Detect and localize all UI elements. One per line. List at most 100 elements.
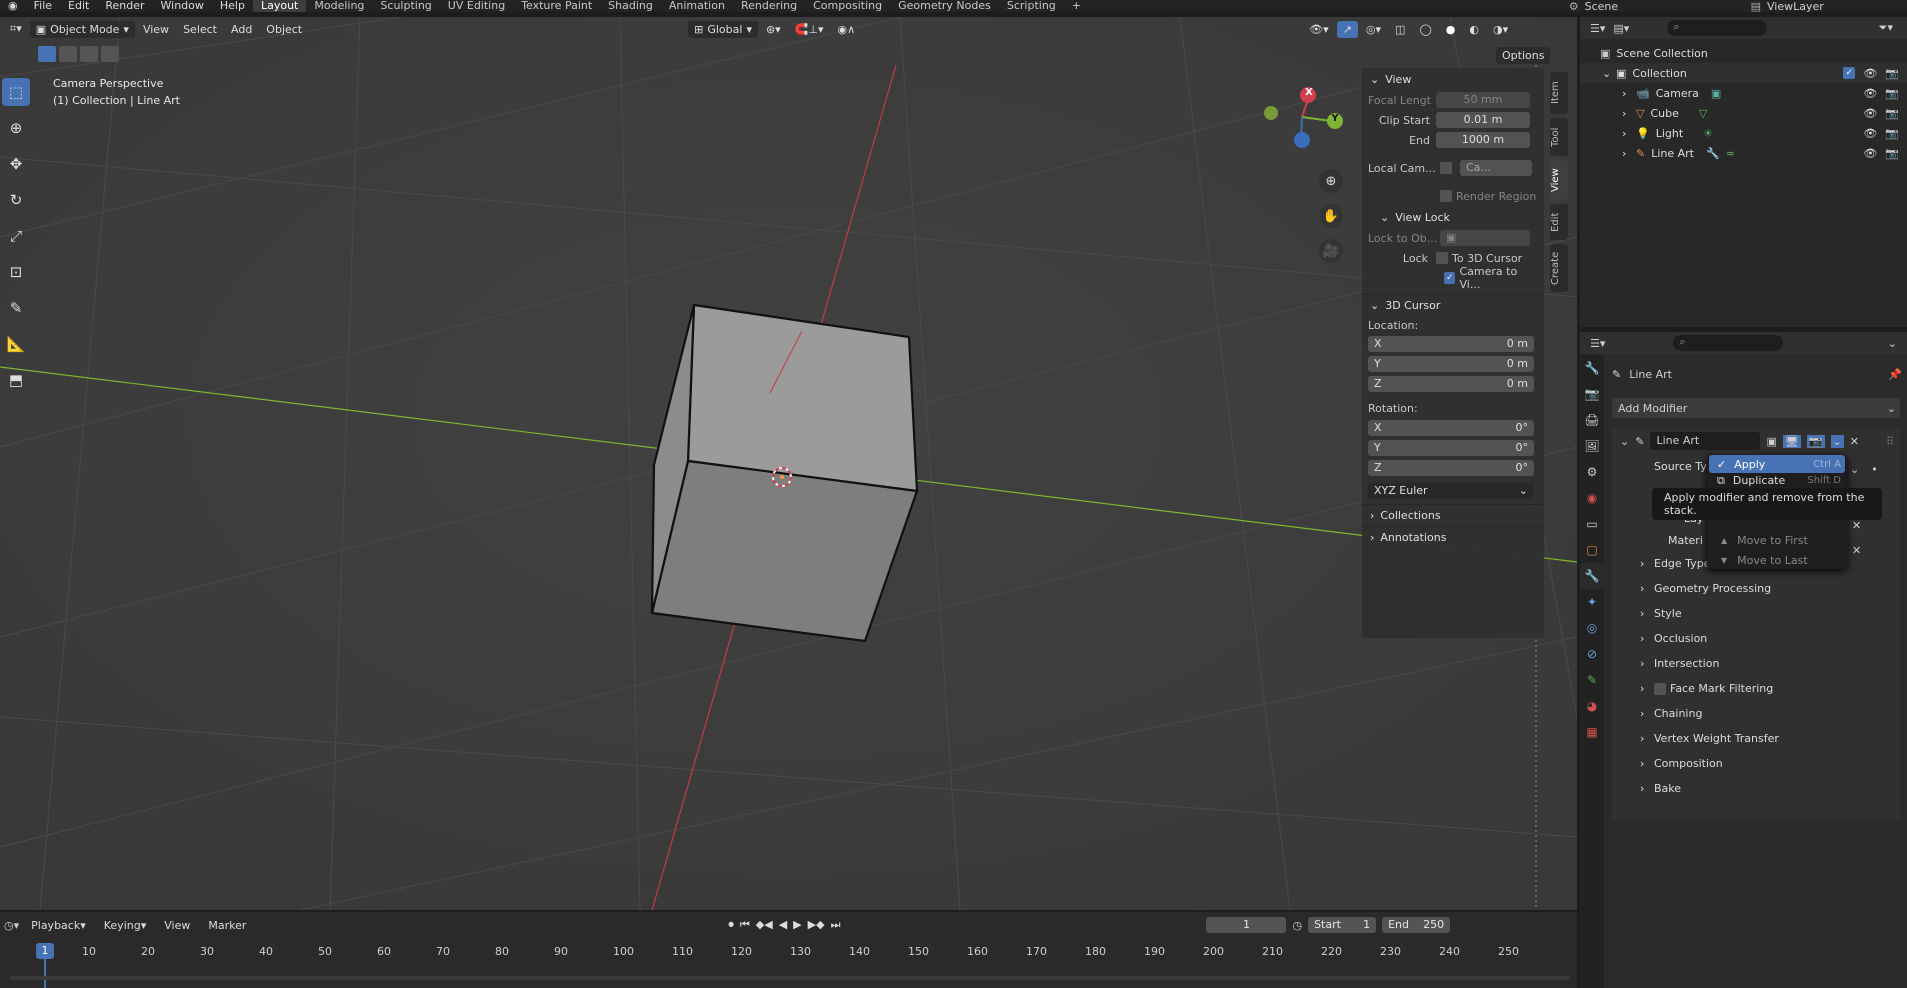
to-3d-cursor-checkbox[interactable] [1436, 252, 1448, 264]
cube-mesh[interactable] [650, 303, 919, 643]
play-reverse-icon[interactable]: ◀ [779, 918, 787, 932]
jump-keyframe-forward-icon[interactable]: ▶◆ [808, 918, 825, 932]
render-camera-icon[interactable]: 📷 [1885, 147, 1899, 160]
cursor-location-y-field[interactable]: Y 0 m [1368, 356, 1534, 372]
rotate-tool-icon[interactable]: ↻ [2, 186, 30, 214]
filter-icon[interactable]: ⏷▾ [1879, 21, 1907, 35]
select-invert-icon[interactable] [101, 46, 119, 62]
menu-window[interactable]: Window [153, 0, 212, 12]
tool-properties-icon[interactable]: 🔧 [1580, 355, 1604, 381]
annotations-section-header[interactable]: › Annotations [1362, 526, 1544, 548]
select-box-tool-icon[interactable]: ⬚ [2, 78, 30, 106]
menu-file[interactable]: File [26, 0, 60, 12]
add-workspace-button[interactable]: + [1064, 0, 1089, 12]
rotation-mode-dropdown[interactable]: XYZ Euler ⌄ [1368, 483, 1534, 499]
texture-properties-icon[interactable]: ▦ [1580, 719, 1604, 745]
jump-end-icon[interactable]: ⏭ [831, 918, 841, 932]
collection-exclude-checkbox[interactable]: ✓ [1843, 66, 1856, 79]
local-camera-field[interactable]: Ca... [1460, 160, 1532, 176]
end-frame-field[interactable]: End 250 [1382, 917, 1451, 933]
tab-rendering[interactable]: Rendering [733, 0, 805, 12]
modifier-properties-icon[interactable]: 🔧 [1580, 563, 1604, 589]
clip-end-field[interactable]: 1000 m [1436, 132, 1530, 148]
clear-layer-icon[interactable]: ✕ [1852, 519, 1861, 532]
eye-icon[interactable]: 👁 [1863, 67, 1877, 80]
pin-icon[interactable]: 📌 [1888, 368, 1902, 381]
jump-start-icon[interactable]: ⏮ [740, 918, 750, 932]
transform-tool-icon[interactable]: ⊡ [2, 258, 30, 286]
modifier-name-field[interactable]: Line Art [1650, 432, 1761, 450]
tab-geometry-nodes[interactable]: Geometry Nodes [890, 0, 999, 12]
drag-handle-icon[interactable]: ⠿ [1886, 435, 1900, 448]
section-style[interactable]: › Style [1612, 601, 1900, 626]
transform-orientation-dropdown[interactable]: ⊞ Global ▾ [688, 20, 758, 38]
tab-sculpting[interactable]: Sculpting [372, 0, 439, 12]
render-camera-icon[interactable]: 📷 [1885, 87, 1899, 100]
outliner-editor-icon[interactable]: ☰▾ [1590, 22, 1605, 35]
playback-menu[interactable]: Playback▾ [25, 917, 92, 934]
render-camera-icon[interactable]: 📷 [1885, 127, 1899, 140]
menu-select[interactable]: Select [177, 21, 223, 38]
xray-toggle-icon[interactable]: ◫ [1389, 21, 1411, 38]
options-button[interactable]: Options [1496, 47, 1551, 64]
proportional-edit-icon[interactable]: ◉∧ [832, 21, 862, 38]
render-properties-icon[interactable]: 📷 [1580, 381, 1604, 407]
menu-add[interactable]: Add [225, 21, 258, 38]
measure-tool-icon[interactable]: 📐 [2, 330, 30, 358]
eye-icon[interactable]: 👁 [1863, 87, 1877, 100]
tab-shading[interactable]: Shading [600, 0, 661, 12]
cursor-location-x-field[interactable]: X 0 m [1368, 336, 1534, 352]
physics-properties-icon[interactable]: ◎ [1580, 615, 1604, 641]
eye-icon[interactable]: 👁 [1863, 147, 1877, 160]
section-face-mark-filtering[interactable]: › Face Mark Filtering [1612, 676, 1900, 701]
zoom-icon[interactable]: ⊕ [1319, 169, 1343, 193]
tab-layout[interactable]: Layout [252, 0, 307, 12]
cursor-rotation-y-field[interactable]: Y 0° [1368, 440, 1534, 456]
section-bake[interactable]: › Bake [1612, 776, 1900, 801]
add-modifier-dropdown[interactable]: Add Modifier ⌄ [1612, 398, 1900, 418]
camera-to-view-checkbox[interactable]: ✓ [1444, 272, 1456, 284]
tab-modeling[interactable]: Modeling [306, 0, 372, 12]
tab-scripting[interactable]: Scripting [999, 0, 1064, 12]
tab-create[interactable]: Create [1550, 244, 1568, 292]
viewport-toggle-icon[interactable]: 🖥 [1782, 434, 1801, 448]
constraint-properties-icon[interactable]: ⊘ [1580, 641, 1604, 667]
clear-material-icon[interactable]: ✕ [1852, 544, 1861, 557]
cursor-rotation-z-field[interactable]: Z 0° [1368, 460, 1534, 476]
view-lock-header[interactable]: ⌄ View Lock [1362, 206, 1544, 228]
clip-start-field[interactable]: 0.01 m [1436, 112, 1530, 128]
scene-name-field[interactable]: Scene [1585, 0, 1705, 12]
timeline-ruler[interactable]: 1 10 20 30 40 50 60 70 80 90 100 110 120… [0, 940, 1577, 962]
edit-mode-toggle-icon[interactable]: ▣ [1766, 435, 1776, 448]
play-icon[interactable]: ▶ [793, 918, 801, 932]
outliner-row-camera[interactable]: › 📹 Camera ▣ 👁 📷 [1580, 83, 1907, 103]
menu-view[interactable]: View [137, 21, 175, 38]
view-layer-properties-icon[interactable]: 🖼 [1580, 433, 1604, 459]
chevron-down-icon[interactable]: ⌄ [1888, 337, 1907, 350]
tab-animation[interactable]: Animation [661, 0, 733, 12]
playhead-line[interactable] [44, 958, 46, 988]
tab-tool[interactable]: Tool [1550, 118, 1568, 156]
menu-help[interactable]: Help [212, 0, 253, 12]
shading-wireframe-icon[interactable]: ◯ [1413, 21, 1437, 38]
outliner-search-input[interactable]: ⌕ [1667, 20, 1768, 36]
face-mark-filtering-checkbox[interactable] [1654, 682, 1666, 695]
jump-keyframe-back-icon[interactable]: ◆◀ [756, 918, 773, 932]
outliner-row-cube[interactable]: › ▽ Cube ▽ 👁 📷 [1580, 103, 1907, 123]
section-geometry-processing[interactable]: › Geometry Processing [1612, 576, 1900, 601]
shading-solid-icon[interactable]: ● [1440, 21, 1462, 38]
menu-edit[interactable]: Edit [60, 0, 97, 12]
cursor-location-z-field[interactable]: Z 0 m [1368, 376, 1534, 392]
section-composition[interactable]: › Composition [1612, 751, 1900, 776]
outliner-row-light[interactable]: › 💡 Light ☀ 👁 📷 [1580, 123, 1907, 143]
world-properties-icon[interactable]: ◉ [1580, 485, 1604, 511]
view-section-header[interactable]: ⌄ View [1362, 68, 1544, 90]
tab-texture-paint[interactable]: Texture Paint [513, 0, 600, 12]
section-vertex-weight-transfer[interactable]: › Vertex Weight Transfer [1612, 726, 1900, 751]
visibility-icon[interactable]: 👁▾ [1303, 21, 1335, 38]
timeline-editor-icon[interactable]: ◷▾ [4, 919, 19, 932]
chevron-down-icon[interactable]: ⌄ [1620, 435, 1629, 448]
focal-length-field[interactable]: 50 mm [1436, 92, 1530, 108]
properties-search-input[interactable]: ⌕ [1673, 335, 1784, 351]
menu-item-apply[interactable]: ✓ Apply Ctrl A [1709, 455, 1845, 473]
